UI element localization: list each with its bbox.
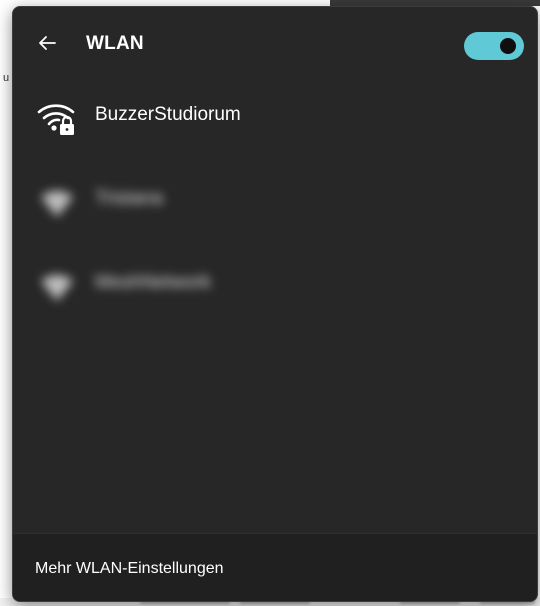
background-text-fragment: u	[3, 72, 10, 84]
network-item-blurred-1[interactable]: Tristana	[13, 169, 537, 233]
flyout-footer: Mehr WLAN-Einstellungen	[13, 533, 537, 601]
wifi-icon	[41, 190, 73, 217]
more-wifi-settings-link[interactable]: Mehr WLAN-Einstellungen	[35, 560, 224, 578]
wifi-toggle[interactable]	[464, 32, 524, 60]
page-title: WLAN	[86, 33, 144, 54]
wifi-flyout-panel: WLAN BuzzerStudiorum Tristana MeshNetwor…	[12, 6, 538, 602]
network-name: Tristana	[95, 188, 163, 209]
wifi-secured-icon	[37, 104, 75, 135]
network-name: BuzzerStudiorum	[95, 104, 241, 125]
network-item-blurred-2[interactable]: MeshNetwork	[13, 253, 537, 317]
toggle-knob	[500, 38, 516, 54]
flyout-header: WLAN	[13, 7, 537, 77]
screen: u WLAN BuzzerStudiorum Tristana MeshNetw…	[0, 0, 540, 606]
wifi-icon	[41, 274, 73, 301]
back-button[interactable]	[33, 29, 61, 57]
network-name: MeshNetwork	[95, 272, 212, 293]
network-item-buzzerstudiorum[interactable]: BuzzerStudiorum	[13, 85, 537, 149]
arrow-left-icon	[39, 36, 56, 50]
